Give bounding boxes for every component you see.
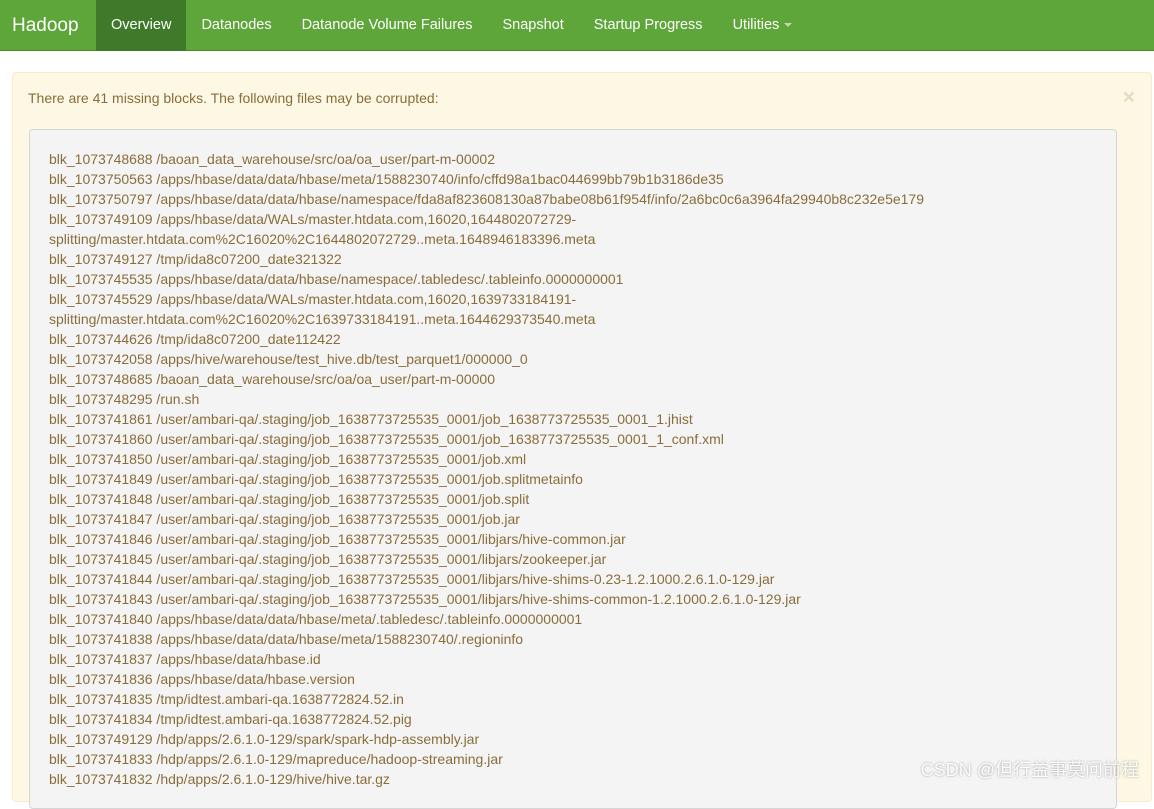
nav-tab-label: Utilities <box>732 17 780 33</box>
corrupt-file-line: splitting/master.htdata.com%2C16020%2C16… <box>49 311 596 327</box>
corrupt-file-line: blk_1073741850 /user/ambari-qa/.staging/… <box>49 451 527 467</box>
nav-tab-label: Datanode Volume Failures <box>301 17 473 33</box>
corrupt-file-line: blk_1073741845 /user/ambari-qa/.staging/… <box>49 551 607 567</box>
corrupt-file-line: blk_1073744626 /tmp/ida8c07200_date11242… <box>49 331 341 347</box>
nav-tab-label: Startup Progress <box>593 17 703 33</box>
corrupt-file-line: blk_1073741861 /user/ambari-qa/.staging/… <box>49 411 693 427</box>
corrupt-file-line: blk_1073741843 /user/ambari-qa/.staging/… <box>49 591 801 607</box>
nav-tab-datanodes[interactable]: Datanodes <box>186 0 286 51</box>
nav-tab-snapshot[interactable]: Snapshot <box>487 0 578 51</box>
corrupt-file-line: blk_1073742058 /apps/hive/warehouse/test… <box>49 351 528 367</box>
corrupt-file-line: blk_1073741846 /user/ambari-qa/.staging/… <box>49 531 626 547</box>
corrupt-file-line: blk_1073749129 /hdp/apps/2.6.1.0-129/spa… <box>49 731 480 747</box>
nav-tab-label: Snapshot <box>502 17 564 33</box>
brand-logo[interactable]: Hadoop <box>12 0 79 51</box>
nav-tab-startup-progress[interactable]: Startup Progress <box>579 0 718 51</box>
caret-down-icon <box>784 23 793 28</box>
corrupt-file-line: blk_1073748688 /baoan_data_warehouse/src… <box>49 151 495 167</box>
corrupt-file-line: blk_1073741847 /user/ambari-qa/.staging/… <box>49 511 520 527</box>
alert-message: There are 41 missing blocks. The followi… <box>28 90 439 106</box>
corrupt-file-line: blk_1073741849 /user/ambari-qa/.staging/… <box>49 471 583 487</box>
nav-tab-datanode-volume-failures[interactable]: Datanode Volume Failures <box>287 0 488 51</box>
missing-blocks-alert: There are 41 missing blocks. The followi… <box>12 72 1152 809</box>
corrupt-file-line: blk_1073741837 /apps/hbase/data/hbase.id <box>49 651 321 667</box>
corrupt-file-line: blk_1073741844 /user/ambari-qa/.staging/… <box>49 571 775 587</box>
corrupt-file-line: blk_1073748295 /run.sh <box>49 391 200 407</box>
corrupt-file-line: blk_1073741838 /apps/hbase/data/data/hba… <box>49 631 524 647</box>
top-navbar: Hadoop Overview Datanodes Datanode Volum… <box>0 0 1154 51</box>
corrupt-file-line: blk_1073750797 /apps/hbase/data/data/hba… <box>49 191 925 207</box>
corrupt-file-line: blk_1073741836 /apps/hbase/data/hbase.ve… <box>49 671 355 687</box>
corrupt-file-line: blk_1073749127 /tmp/ida8c07200_date32132… <box>49 251 342 267</box>
corrupt-file-line: blk_1073741840 /apps/hbase/data/data/hba… <box>49 611 583 627</box>
corrupt-file-line: blk_1073741848 /user/ambari-qa/.staging/… <box>49 491 530 507</box>
corrupt-file-line: blk_1073745529 /apps/hbase/data/WALs/mas… <box>49 291 577 307</box>
nav-dropdown-utilities[interactable]: Utilities <box>718 0 808 51</box>
csdn-watermark: CSDN @但行益事莫问前程 <box>920 760 1139 780</box>
nav-tab-overview[interactable]: Overview <box>96 0 187 51</box>
corrupt-file-line: blk_1073741860 /user/ambari-qa/.staging/… <box>49 431 724 447</box>
nav-tab-label: Datanodes <box>201 17 272 33</box>
corrupt-file-line: blk_1073748685 /baoan_data_warehouse/src… <box>49 371 495 387</box>
corrupt-file-line: splitting/master.htdata.com%2C16020%2C16… <box>49 231 596 247</box>
corrupt-file-line: blk_1073741835 /tmp/idtest.ambari-qa.163… <box>49 691 404 707</box>
corrupt-file-line: blk_1073745535 /apps/hbase/data/data/hba… <box>49 271 624 287</box>
corrupt-file-line: blk_1073750563 /apps/hbase/data/data/hba… <box>49 171 724 187</box>
corrupt-file-line: blk_1073749109 /apps/hbase/data/WALs/mas… <box>49 211 577 227</box>
close-icon[interactable]: × <box>1123 87 1135 108</box>
nav-menu: Overview Datanodes Datanode Volume Failu… <box>96 0 807 51</box>
nav-tab-label: Overview <box>111 17 172 33</box>
corrupt-file-line: blk_1073741834 /tmp/idtest.ambari-qa.163… <box>49 711 412 727</box>
corrupt-files-list[interactable]: blk_1073748688 /baoan_data_warehouse/src… <box>29 129 1117 809</box>
